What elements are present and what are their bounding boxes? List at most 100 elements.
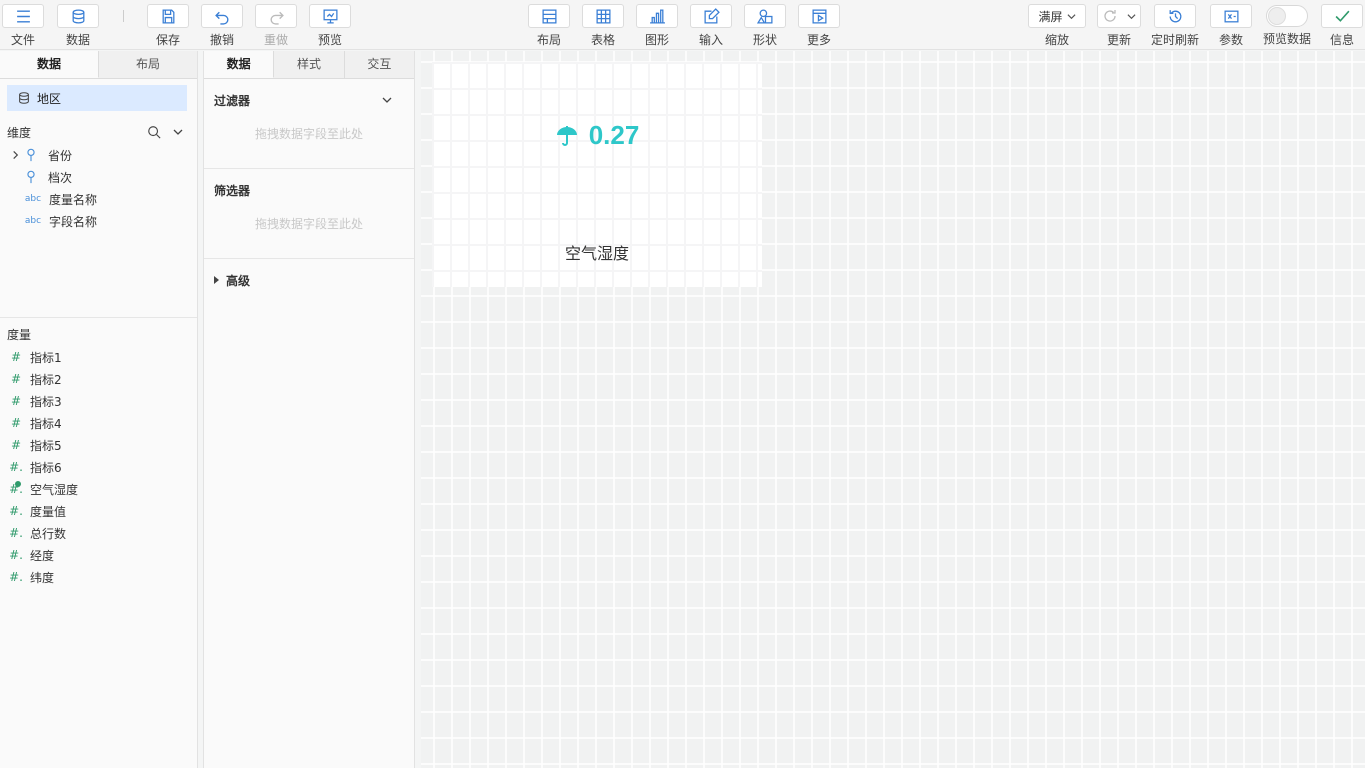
field-item[interactable]: # 指标3 [0, 390, 197, 412]
undo-icon [214, 11, 228, 25]
params-icon [1223, 10, 1239, 22]
chevron-down-icon [1066, 13, 1076, 19]
field-name: 总行数 [30, 526, 67, 541]
field-item[interactable]: abc 字段名称 [0, 210, 197, 232]
field-name: 指标3 [30, 394, 62, 409]
preview-icon [322, 8, 338, 24]
check-icon [1335, 10, 1349, 22]
layout-icon [541, 8, 557, 24]
undo-button[interactable]: 撤销 [200, 4, 244, 47]
filter-drop-zone[interactable]: 拖拽数据字段至此处 [214, 119, 404, 168]
tab-data[interactable]: 数据 [204, 51, 275, 78]
field-item[interactable]: # 指标2 [0, 368, 197, 390]
dimensions-header: 维度 [0, 121, 197, 143]
more-button[interactable]: 更多 [797, 4, 841, 47]
number-field-icon: # [10, 438, 22, 452]
field-item[interactable]: # 指标5 [0, 434, 197, 456]
preview-data-toggle[interactable]: 预览数据 [1261, 4, 1313, 46]
field-item[interactable]: #. 空气湿度 [0, 478, 197, 500]
field-item[interactable]: 省份 [0, 144, 197, 166]
kpi-card[interactable]: 0.27 空气湿度 [432, 62, 762, 287]
kpi-value: 0.27 [588, 120, 640, 150]
field-name: 指标5 [30, 438, 62, 453]
redo-button[interactable]: 重做 [254, 4, 298, 47]
params-label: 参数 [1218, 33, 1243, 47]
zoom-select[interactable]: 满屏 [1028, 4, 1086, 28]
field-item[interactable]: #. 总行数 [0, 522, 197, 544]
table-label: 表格 [590, 33, 615, 47]
field-item[interactable]: abc 度量名称 [0, 188, 197, 210]
advanced-header[interactable]: 高级 [214, 259, 404, 299]
selector-drop-zone[interactable]: 拖拽数据字段至此处 [214, 209, 404, 258]
field-name: 指标4 [30, 416, 62, 431]
search-icon[interactable] [147, 125, 161, 139]
info-button[interactable]: 信息 [1320, 4, 1364, 47]
menu-icon [16, 9, 30, 23]
field-item[interactable]: 档次 [0, 166, 197, 188]
file-button[interactable]: 文件 [2, 4, 44, 47]
timed-refresh-label: 定时刷新 [1150, 33, 1199, 47]
umbrella-icon [556, 125, 577, 146]
media-icon [811, 8, 827, 24]
refresh-button[interactable]: 更新 [1096, 4, 1142, 47]
field-item[interactable]: # 指标1 [0, 346, 197, 368]
redo-label: 重做 [263, 33, 288, 47]
mid-tabs: 数据 样式 交互 [204, 51, 414, 79]
selector-header[interactable]: 筛选器 [214, 169, 404, 209]
dashboard-canvas[interactable]: 0.27 空气湿度 [421, 51, 1365, 768]
properties-panel: 数据 样式 交互 过滤器 拖拽数据字段至此处 筛选器 拖拽数据字段至此处 高级 [203, 51, 415, 768]
zoom-label: 缩放 [1044, 33, 1069, 47]
dimensions-title: 维度 [7, 125, 32, 140]
save-button[interactable]: 保存 [146, 4, 190, 47]
data-label: 数据 [65, 33, 90, 47]
kpi-row: 0.27 [432, 120, 762, 151]
tab-style[interactable]: 样式 [274, 51, 345, 78]
chevron-right-icon[interactable] [11, 150, 20, 160]
field-name: 经度 [30, 548, 55, 563]
selector-section: 筛选器 拖拽数据字段至此处 [204, 169, 414, 259]
input-label: 输入 [698, 33, 723, 47]
params-button[interactable]: 参数 [1209, 4, 1253, 47]
redo-icon [270, 11, 284, 25]
number-field-icon: # [10, 394, 22, 408]
field-name: 档次 [48, 170, 73, 185]
field-name: 空气湿度 [30, 482, 79, 497]
chevron-down-icon[interactable] [1127, 12, 1136, 21]
field-name: 度量值 [30, 504, 67, 519]
more-label: 更多 [806, 33, 831, 47]
preview-button[interactable]: 预览 [308, 4, 352, 47]
text-field-icon: abc [24, 216, 42, 226]
chevron-down-icon[interactable] [173, 127, 183, 137]
dataset-name: 地区 [37, 91, 62, 106]
tab-interaction[interactable]: 交互 [344, 51, 414, 78]
chevron-down-icon[interactable] [382, 95, 392, 105]
zoom-control[interactable]: 满屏 缩放 [1027, 4, 1087, 47]
field-item[interactable]: # 指标4 [0, 412, 197, 434]
field-item[interactable]: #. 纬度 [0, 566, 197, 588]
advanced-title: 高级 [226, 273, 251, 288]
chart-button[interactable]: 图形 [635, 4, 679, 47]
dimensions-list: 省份 档次 abc 度量名称 abc 字段名称 [0, 144, 197, 232]
measures-header: 度量 [0, 323, 197, 345]
undo-label: 撤销 [209, 33, 234, 47]
tab-layout[interactable]: 布局 [99, 51, 197, 78]
filter-section: 过滤器 拖拽数据字段至此处 [204, 79, 414, 169]
field-item[interactable]: #. 度量值 [0, 500, 197, 522]
tab-data[interactable]: 数据 [0, 51, 99, 78]
table-button[interactable]: 表格 [581, 4, 625, 47]
dataset-item[interactable]: 地区 [7, 85, 187, 111]
layout-button[interactable]: 布局 [527, 4, 571, 47]
field-name: 指标6 [30, 460, 62, 475]
bar-chart-icon [649, 8, 665, 24]
refresh-icon [1104, 10, 1116, 22]
text-field-icon: abc [24, 194, 42, 204]
preview-data-switch[interactable] [1266, 5, 1308, 27]
shape-button[interactable]: 形状 [743, 4, 787, 47]
field-item[interactable]: #. 经度 [0, 544, 197, 566]
data-button[interactable]: 数据 [56, 4, 100, 47]
field-name: 纬度 [30, 570, 55, 585]
timed-refresh-button[interactable]: 定时刷新 [1150, 4, 1200, 47]
field-item[interactable]: #. 指标6 [0, 456, 197, 478]
filter-header[interactable]: 过滤器 [214, 79, 404, 119]
input-button[interactable]: 输入 [689, 4, 733, 47]
